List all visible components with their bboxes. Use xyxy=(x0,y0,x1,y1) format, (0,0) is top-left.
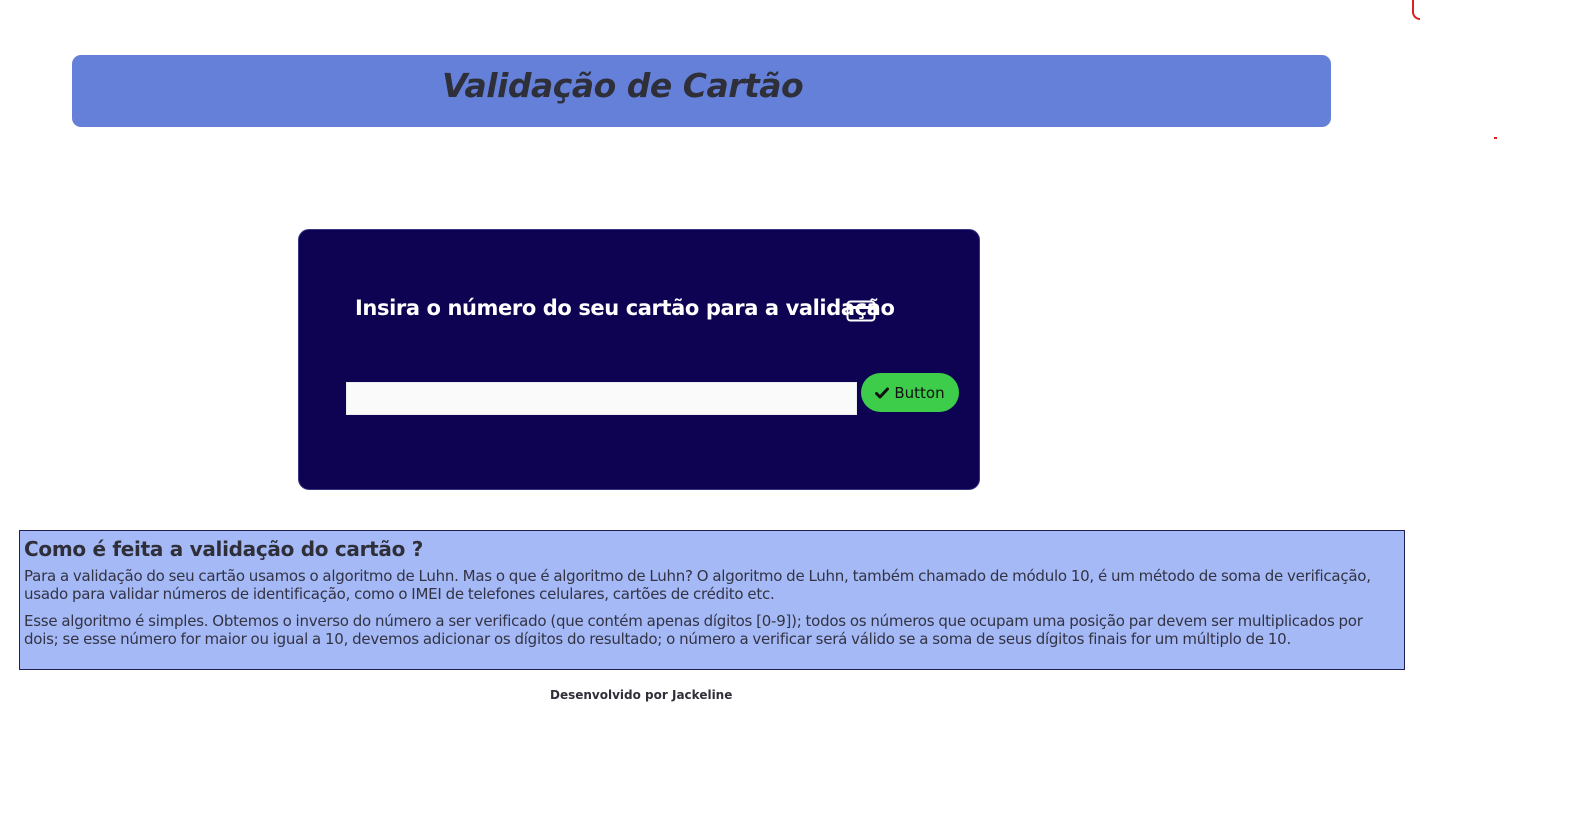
check-icon xyxy=(875,387,890,398)
red-artifact-dot xyxy=(1494,137,1497,139)
info-title: Como é feita a validação do cartão ? xyxy=(24,537,423,561)
footer-credit: Desenvolvido por Jackeline xyxy=(550,688,733,702)
info-section: Como é feita a validação do cartão ? Par… xyxy=(19,530,1405,670)
info-paragraph-luhn-steps: Esse algoritmo é simples. Obtemos o inve… xyxy=(24,612,1363,648)
validate-button[interactable]: Button xyxy=(861,373,959,412)
credit-card-icon xyxy=(846,300,876,322)
validate-button-label: Button xyxy=(894,383,945,402)
page-title: Validação de Cartão xyxy=(442,66,804,105)
card-number-input[interactable] xyxy=(346,382,857,415)
red-artifact xyxy=(1412,0,1420,20)
card-validation-panel xyxy=(298,229,980,490)
card-prompt-label: Insira o número do seu cartão para a val… xyxy=(355,296,895,320)
info-paragraph-luhn-intro: Para a validação do seu cartão usamos o … xyxy=(24,567,1371,603)
